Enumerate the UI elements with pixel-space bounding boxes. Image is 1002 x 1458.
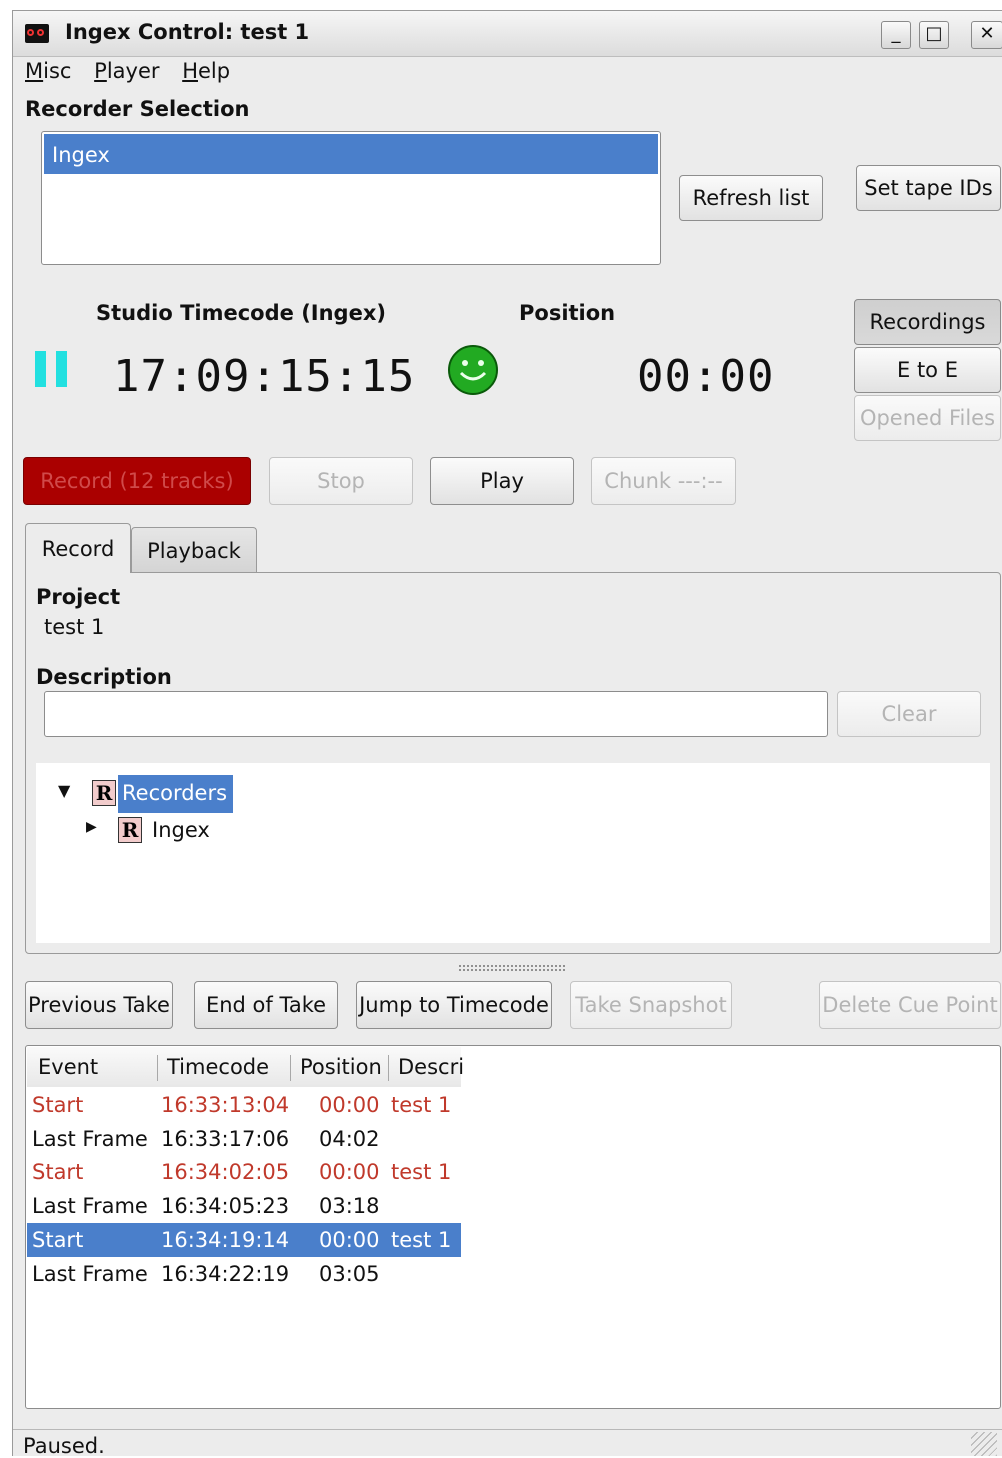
refresh-list-button[interactable]: Refresh list — [679, 175, 823, 221]
column-divider[interactable] — [290, 1055, 291, 1081]
column-header-event[interactable]: Event — [38, 1055, 98, 1079]
cell-timecode: 16:34:19:14 — [161, 1227, 290, 1252]
cell-position: 04:02 — [319, 1126, 380, 1151]
cell-timecode: 16:33:17:06 — [161, 1126, 290, 1151]
events-table[interactable]: Event Timecode Position Descri Start 16:3… — [25, 1045, 1001, 1409]
app-window: Ingex Control: test 1 _ □ ✕ Misc Player … — [12, 10, 1002, 1458]
e-to-e-button[interactable]: E to E — [854, 347, 1001, 393]
table-row[interactable]: Start 16:33:13:04 00:00 test 1 — [27, 1088, 461, 1122]
recorders-tree[interactable]: ▼ R Recorders ▶ R Ingex — [36, 763, 990, 943]
tab-record[interactable]: Record — [25, 523, 131, 573]
description-label: Description — [36, 665, 172, 689]
menu-misc[interactable]: Misc — [25, 59, 71, 83]
tree-label-recorders: Recorders — [118, 775, 234, 813]
menu-help[interactable]: Help — [182, 59, 230, 83]
table-row[interactable]: Start 16:34:19:14 00:00 test 1 — [27, 1222, 461, 1257]
delete-cue-point-button[interactable]: Delete Cue Point — [819, 981, 1001, 1029]
cell-event: Last Frame — [32, 1261, 148, 1286]
title-bar: Ingex Control: test 1 _ □ ✕ — [13, 11, 1002, 57]
cell-description: test 1 — [391, 1093, 452, 1117]
recorder-selection-label: Recorder Selection — [25, 97, 250, 121]
table-row[interactable]: Start 16:34:02:05 00:00 test 1 — [27, 1155, 461, 1189]
recordings-button[interactable]: Recordings — [854, 299, 1001, 345]
description-input[interactable] — [44, 691, 828, 737]
chunk-button[interactable]: Chunk ---:-- — [591, 457, 736, 505]
status-bar: Paused. — [13, 1429, 1002, 1458]
cell-timecode: 16:34:22:19 — [161, 1261, 290, 1286]
tape-icon — [25, 24, 49, 43]
take-snapshot-button[interactable]: Take Snapshot — [570, 981, 732, 1029]
cell-description: test 1 — [391, 1160, 452, 1185]
cell-description: test 1 — [391, 1227, 452, 1252]
studio-timecode-value: 17:09:15:15 — [113, 351, 416, 402]
column-header-timecode[interactable]: Timecode — [167, 1055, 269, 1079]
cell-timecode: 16:33:13:04 — [161, 1093, 290, 1117]
close-button[interactable]: ✕ — [971, 21, 1002, 49]
resize-grip-icon[interactable] — [971, 1432, 997, 1456]
recorder-list-item[interactable]: Ingex — [44, 134, 658, 174]
smiley-icon — [447, 345, 499, 395]
tree-label-ingex: Ingex — [152, 818, 210, 842]
cell-position: 00:00 — [319, 1227, 380, 1252]
expanded-arrow-icon[interactable]: ▼ — [58, 781, 70, 800]
position-label: Position — [519, 301, 616, 325]
cell-position: 00:00 — [319, 1093, 380, 1117]
cell-position: 03:18 — [319, 1194, 380, 1219]
splitter-handle[interactable] — [458, 964, 566, 972]
menu-bar: Misc Player Help — [13, 59, 234, 87]
table-row[interactable]: Last Frame 16:33:17:06 04:02 — [27, 1122, 461, 1156]
play-button[interactable]: Play — [430, 457, 574, 505]
collapsed-arrow-icon[interactable]: ▶ — [86, 819, 97, 835]
pause-icon — [35, 351, 69, 387]
table-row[interactable]: Last Frame 16:34:22:19 03:05 — [27, 1257, 461, 1291]
clear-description-button[interactable]: Clear — [837, 691, 981, 737]
record-button[interactable]: Record (12 tracks) — [23, 457, 251, 505]
stop-button[interactable]: Stop — [269, 457, 413, 505]
recorder-badge-icon: R — [92, 780, 116, 806]
cell-event: Last Frame — [32, 1194, 148, 1219]
tab-playback[interactable]: Playback — [131, 527, 257, 573]
opened-files-button[interactable]: Opened Files — [854, 395, 1001, 441]
jump-to-timecode-button[interactable]: Jump to Timecode — [356, 981, 552, 1029]
end-of-take-button[interactable]: End of Take — [194, 981, 338, 1029]
recorder-badge-icon: R — [118, 817, 142, 843]
maximize-button[interactable]: □ — [919, 21, 949, 49]
cell-position: 00:00 — [319, 1160, 380, 1185]
cell-timecode: 16:34:02:05 — [161, 1160, 290, 1185]
menu-player[interactable]: Player — [94, 59, 159, 83]
project-value: test 1 — [44, 615, 105, 639]
column-header-position[interactable]: Position — [300, 1055, 382, 1079]
window-title: Ingex Control: test 1 — [65, 20, 310, 44]
cell-timecode: 16:34:05:23 — [161, 1194, 290, 1219]
minimize-button[interactable]: _ — [881, 21, 911, 49]
previous-take-button[interactable]: Previous Take — [25, 981, 173, 1029]
tree-node-recorders[interactable]: ▼ R Recorders — [58, 775, 278, 813]
column-divider[interactable] — [157, 1055, 158, 1081]
table-row[interactable]: Last Frame 16:34:05:23 03:18 — [27, 1189, 461, 1223]
cell-event: Start — [32, 1227, 84, 1252]
cell-event: Last Frame — [32, 1126, 148, 1151]
cell-event: Start — [32, 1093, 84, 1117]
studio-timecode-label: Studio Timecode (Ingex) — [96, 301, 386, 325]
column-header-description[interactable]: Descri — [398, 1055, 464, 1079]
recorder-list[interactable]: Ingex — [41, 131, 661, 265]
cell-position: 03:05 — [319, 1261, 380, 1286]
tree-node-ingex[interactable]: ▶ R Ingex — [86, 813, 286, 849]
record-tab-panel: Project test 1 Description Clear ▼ R Rec… — [25, 572, 1001, 954]
status-text: Paused. — [23, 1434, 105, 1458]
project-label: Project — [36, 585, 121, 609]
cell-event: Start — [32, 1160, 84, 1185]
table-header: Event Timecode Position Descri — [27, 1047, 464, 1087]
position-value: 00:00 — [637, 351, 775, 402]
set-tape-ids-button[interactable]: Set tape IDs — [856, 165, 1001, 211]
column-divider[interactable] — [388, 1055, 389, 1081]
